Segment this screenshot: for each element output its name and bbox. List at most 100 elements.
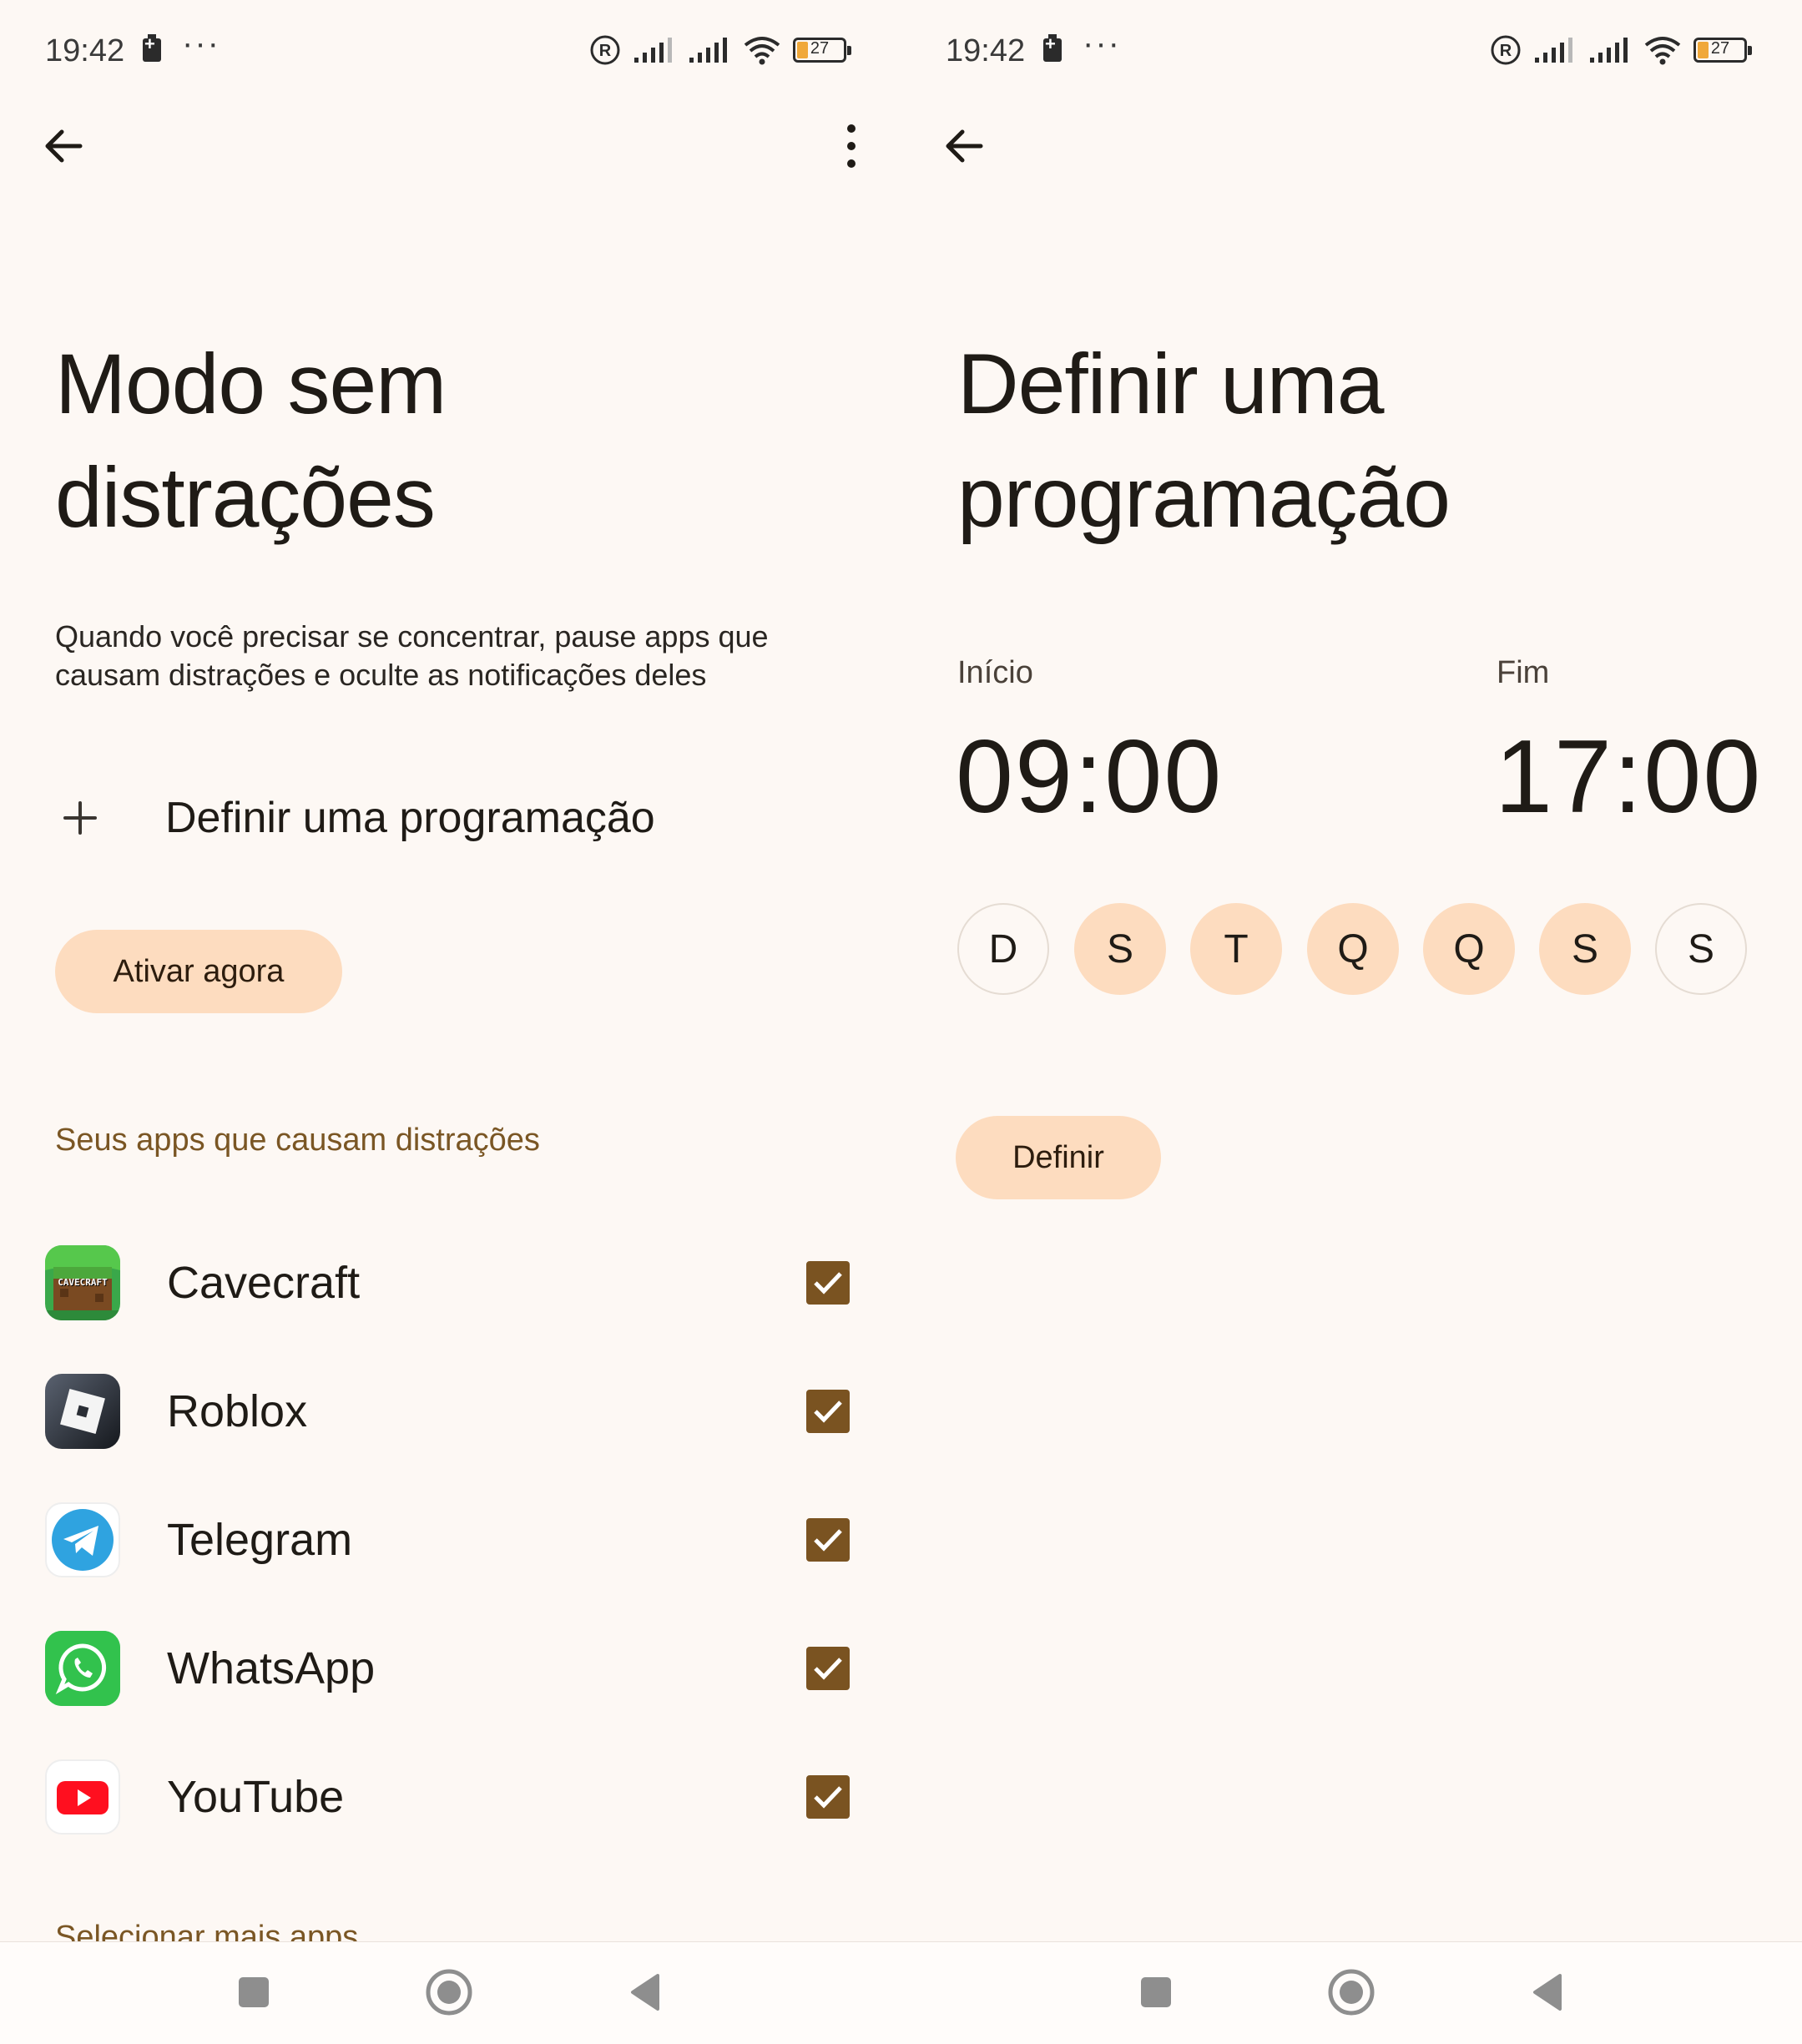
- page-title: Modo sem distrações: [55, 336, 447, 545]
- status-time: 19:42: [45, 33, 125, 68]
- day-label: S: [1106, 926, 1133, 972]
- status-icons: R 27: [589, 30, 851, 70]
- app-checkbox-youtube[interactable]: [806, 1775, 850, 1819]
- app-row-roblox[interactable]: Roblox: [45, 1365, 850, 1457]
- day-toggle-sunday[interactable]: D: [957, 903, 1049, 995]
- battery-icon: 27: [793, 38, 851, 63]
- day-toggle-saturday[interactable]: S: [1655, 903, 1747, 995]
- start-label: Início: [957, 655, 1033, 690]
- triangle-back-icon: [1533, 1974, 1562, 2011]
- app-checkbox-telegram[interactable]: [806, 1518, 850, 1562]
- app-name: WhatsApp: [167, 1643, 376, 1693]
- battery-icon: 27: [1693, 38, 1752, 63]
- screen-set-schedule: 19:42 ··· R 27 Definir uma programação I…: [901, 0, 1802, 2044]
- youtube-icon: [45, 1759, 120, 1835]
- wifi-icon: [744, 37, 780, 65]
- end-time[interactable]: 17:00: [1495, 718, 1762, 836]
- day-toggle-monday[interactable]: S: [1074, 903, 1166, 995]
- more-notifications-icon: ···: [182, 25, 220, 62]
- checkmark-icon: [814, 1401, 842, 1423]
- back-nav-button[interactable]: [1522, 1966, 1575, 2019]
- day-toggle-wednesday[interactable]: Q: [1307, 903, 1399, 995]
- distracting-apps-section-title: Seus apps que causam distrações: [55, 1123, 540, 1158]
- app-row-telegram[interactable]: Telegram: [45, 1494, 850, 1586]
- svg-text:R: R: [1500, 42, 1512, 60]
- day-label: Q: [1337, 926, 1369, 972]
- page-title: Definir uma programação: [957, 336, 1451, 545]
- registered-icon: R: [590, 35, 620, 65]
- plus-icon: [55, 793, 105, 843]
- signal-1-icon: [634, 38, 672, 63]
- app-checkbox-whatsapp[interactable]: [806, 1647, 850, 1690]
- navigation-bar: [0, 1941, 901, 2044]
- more-notifications-icon: ···: [1083, 25, 1121, 62]
- more-vert-icon: [847, 124, 856, 168]
- recents-button[interactable]: [1129, 1966, 1183, 2019]
- home-button[interactable]: [422, 1966, 476, 2019]
- day-label: D: [988, 926, 1018, 972]
- whatsapp-icon: [45, 1631, 120, 1706]
- back-button[interactable]: [941, 121, 991, 171]
- activate-now-button[interactable]: Ativar agora: [55, 930, 342, 1013]
- back-button[interactable]: [40, 121, 90, 171]
- svg-text:R: R: [599, 42, 612, 60]
- arrow-left-icon: [946, 129, 983, 163]
- cavecraft-icon: CAVECRAFT: [45, 1245, 120, 1320]
- cavecraft-logo-text: CAVECRAFT: [58, 1277, 108, 1288]
- wifi-icon: [1644, 37, 1681, 65]
- day-label: S: [1687, 926, 1714, 972]
- square-icon: [1141, 1977, 1171, 2007]
- app-name: YouTube: [167, 1772, 345, 1822]
- status-time: 19:42: [946, 33, 1026, 68]
- set-button-label: Definir: [1012, 1139, 1104, 1175]
- back-nav-button[interactable]: [619, 1966, 673, 2019]
- screen-distraction-free-mode: 19:42 ··· R 27 Modo sem distrações Quand…: [0, 0, 901, 2044]
- triangle-back-icon: [631, 1974, 659, 2011]
- battery-saver-icon: [1043, 33, 1062, 62]
- registered-icon: R: [1491, 35, 1521, 65]
- app-name: Cavecraft: [167, 1258, 361, 1308]
- status-bar: 19:42 ··· R 27: [901, 25, 1802, 75]
- day-toggle-friday[interactable]: S: [1539, 903, 1631, 995]
- app-name: Roblox: [167, 1386, 308, 1436]
- app-name: Telegram: [167, 1515, 353, 1565]
- day-label: S: [1571, 926, 1598, 972]
- page-description: Quando você precisar se concentrar, paus…: [55, 619, 769, 692]
- home-circle-icon: [1328, 1969, 1375, 2016]
- signal-1-icon: [1535, 38, 1572, 63]
- battery-saver-icon: [143, 33, 161, 62]
- roblox-icon: [45, 1374, 120, 1449]
- telegram-icon: [45, 1502, 120, 1577]
- app-checkbox-cavecraft[interactable]: [806, 1261, 850, 1305]
- set-schedule-link[interactable]: Definir uma programação: [55, 785, 655, 851]
- day-toggle-thursday[interactable]: Q: [1423, 903, 1515, 995]
- recents-button[interactable]: [227, 1966, 280, 2019]
- checkmark-icon: [814, 1272, 842, 1295]
- navigation-bar: [901, 1941, 1802, 2044]
- status-bar: 19:42 ··· R 27: [0, 25, 901, 75]
- day-toggle-tuesday[interactable]: T: [1190, 903, 1282, 995]
- start-time[interactable]: 09:00: [956, 718, 1223, 836]
- set-button[interactable]: Definir: [956, 1116, 1161, 1199]
- more-options-button[interactable]: [835, 121, 868, 171]
- day-label: T: [1224, 926, 1249, 972]
- battery-level: 27: [810, 39, 830, 58]
- square-icon: [239, 1977, 269, 2007]
- home-button[interactable]: [1325, 1966, 1378, 2019]
- status-icons: R 27: [1490, 30, 1752, 70]
- signal-2-icon: [1590, 38, 1628, 63]
- app-checkbox-roblox[interactable]: [806, 1390, 850, 1433]
- app-row-whatsapp[interactable]: WhatsApp: [45, 1623, 850, 1714]
- checkmark-icon: [814, 1658, 842, 1680]
- signal-2-icon: [689, 38, 727, 63]
- battery-level: 27: [1710, 39, 1730, 58]
- checkmark-icon: [814, 1786, 842, 1809]
- app-row-youtube[interactable]: YouTube: [45, 1751, 850, 1843]
- activate-now-label: Ativar agora: [113, 953, 285, 989]
- day-label: Q: [1453, 926, 1485, 972]
- app-row-cavecraft[interactable]: CAVECRAFT Cavecraft: [45, 1237, 850, 1329]
- checkmark-icon: [814, 1529, 842, 1552]
- arrow-left-icon: [45, 129, 83, 163]
- set-schedule-label: Definir uma programação: [165, 794, 655, 842]
- home-circle-icon: [426, 1969, 472, 2016]
